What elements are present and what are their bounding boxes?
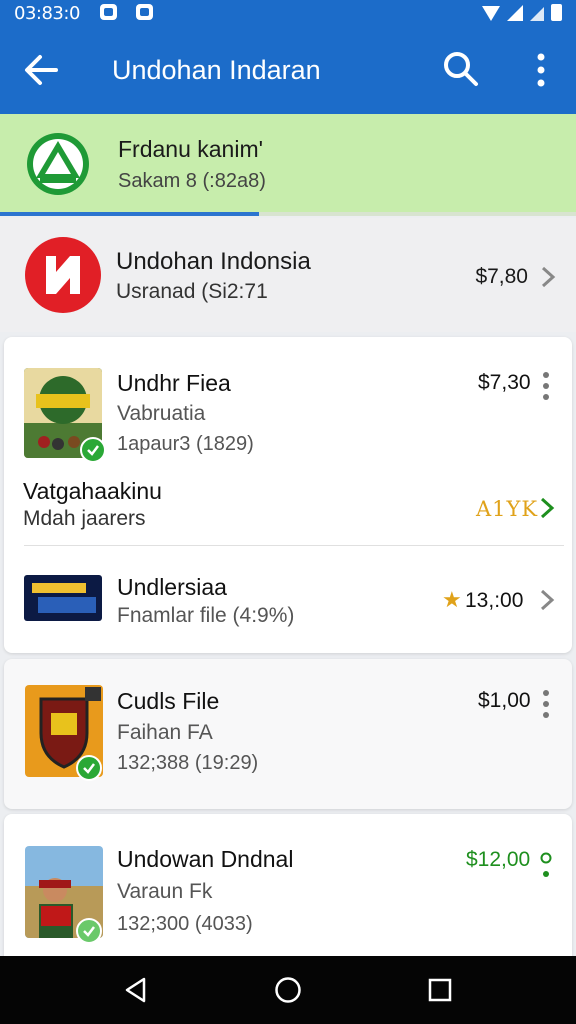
item-price: $12,00 (466, 848, 531, 871)
signal-icon (507, 5, 523, 21)
divider (24, 545, 564, 546)
back-arrow-icon[interactable] (22, 52, 60, 88)
battery-icon (551, 4, 562, 21)
app-bar: Undohan Indaran (0, 26, 576, 114)
item-subtitle: Faihan FA (117, 721, 213, 744)
item-price: A1YK (476, 497, 539, 521)
more-vert-icon[interactable] (528, 50, 554, 90)
featured-name: Undohan Indonsia (116, 248, 311, 275)
system-nav-bar (0, 956, 576, 1024)
nav-home-icon[interactable] (274, 976, 302, 1004)
status-time: 03:83:0 (14, 3, 80, 24)
status-bar: 03:83:0 (0, 0, 576, 26)
item-price: $7,30 (478, 371, 531, 394)
item-meta: 1apaur3 (1829) (117, 433, 254, 455)
app-list-card: Undhr Fiea Vabruatia 1apaur3 (1829) $7,3… (4, 337, 572, 653)
star-icon: ★ (442, 587, 462, 612)
more-vert-icon[interactable] (543, 372, 549, 400)
chevron-right-icon[interactable] (539, 497, 555, 519)
search-icon[interactable] (442, 50, 480, 88)
item-name: Undowan Dndnal (117, 846, 294, 872)
nav-back-icon[interactable] (122, 976, 150, 1004)
item-name: Undlersiaa (117, 574, 227, 600)
more-vert-icon[interactable] (543, 690, 549, 718)
app-list-card: Undowan Dndnal Varaun Fk 132;300 (4033) … (4, 814, 572, 974)
item-subtitle: Fnamlar file (4:9%) (117, 604, 295, 627)
wifi-icon (482, 6, 500, 21)
featured-row[interactable]: Undohan Indonsia Usranad (Si2:71 $7,80 (0, 218, 576, 332)
item-subtitle: Varaun Fk (117, 880, 213, 903)
notification-icon (136, 4, 153, 20)
item-name: Undhr Fiea (117, 370, 231, 396)
progress-bar (0, 212, 260, 216)
verified-badge-icon (76, 918, 102, 944)
item-subtitle: Mdah jaarers (23, 507, 146, 530)
featured-app-logo (25, 237, 101, 313)
notification-icon (100, 4, 117, 20)
app-title: Undohan Indaran (112, 55, 321, 85)
item-name: Cudls File (117, 688, 220, 714)
chevron-right-icon[interactable] (539, 589, 555, 611)
system-icons (482, 4, 562, 21)
item-meta: 132;388 (19:29) (117, 752, 259, 774)
app-list-card: Cudls File Faihan FA 132;388 (19:29) $1,… (4, 659, 572, 809)
featured-price: $7,80 (475, 265, 528, 288)
verified-badge-icon (76, 755, 102, 781)
nav-recents-icon[interactable] (426, 976, 454, 1004)
item-name: Vatgahaakinu (23, 478, 162, 504)
chevron-right-icon[interactable] (540, 266, 556, 288)
download-banner[interactable]: Frdanu kanim' Sakam 8 (:82a8) (0, 114, 576, 216)
item-meta: 132;300 (4033) (117, 913, 253, 935)
verified-badge-icon (80, 437, 106, 463)
app-logo-icon (27, 133, 89, 195)
banner-title: Frdanu kanim' (118, 136, 264, 162)
banner-subtitle: Sakam 8 (:82a8) (118, 170, 266, 192)
more-vert-icon[interactable] (540, 850, 552, 880)
item-price: $1,00 (478, 689, 531, 712)
signal-icon (530, 7, 544, 21)
item-price: 13,:00 (465, 589, 524, 612)
featured-subtitle: Usranad (Si2:71 (116, 280, 268, 303)
item-subtitle: Vabruatia (117, 402, 206, 425)
item-thumbnail (24, 575, 102, 621)
